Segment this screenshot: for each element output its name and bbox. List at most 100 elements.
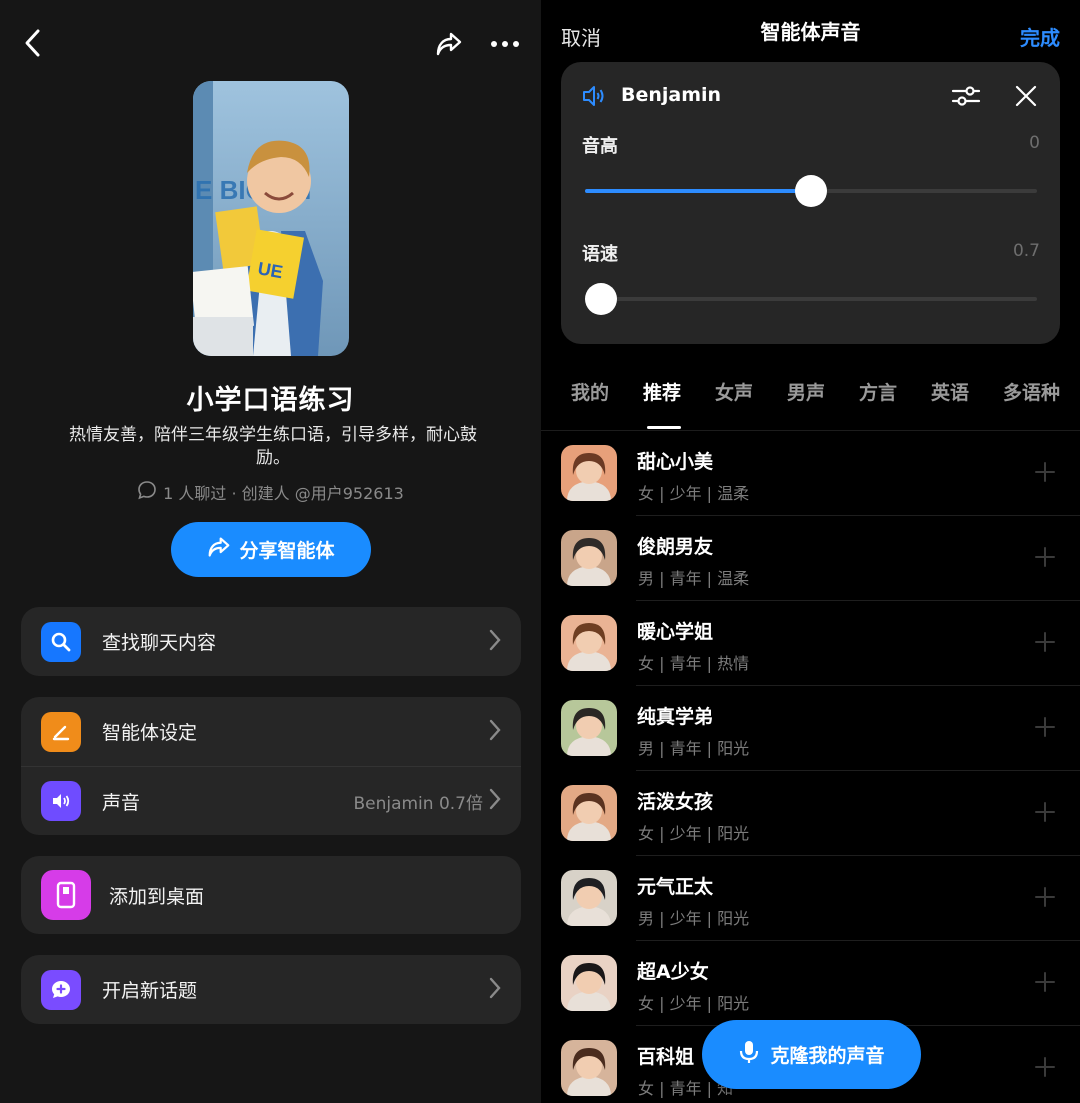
- search-icon: [41, 621, 81, 662]
- agent-meta-text: 1 人聊过 · 创建人 @用户952613: [163, 484, 404, 503]
- tab-male[interactable]: 男声: [787, 378, 825, 405]
- close-icon[interactable]: [1013, 83, 1039, 113]
- voice-list-item[interactable]: 超A少女女 | 少年 | 阳光: [541, 941, 1080, 1026]
- pitch-slider-fill: [585, 189, 811, 193]
- voice-tags: 男 | 青年 | 阳光: [638, 739, 750, 758]
- add-voice-icon[interactable]: [1034, 801, 1056, 827]
- edit-pencil-icon: [41, 711, 81, 752]
- new-topic-row[interactable]: 开启新话题: [21, 955, 521, 1024]
- chevron-right-icon: [489, 719, 501, 745]
- voice-tags: 女 | 少年 | 温柔: [638, 484, 750, 503]
- search-card: 查找聊天内容: [21, 607, 521, 676]
- chevron-right-icon: [489, 977, 501, 1003]
- voice-avatar: [561, 700, 617, 756]
- tab-english[interactable]: 英语: [931, 378, 969, 405]
- page-title: 智能体声音: [760, 20, 861, 44]
- tab-female[interactable]: 女声: [715, 378, 753, 405]
- add-voice-icon[interactable]: [1034, 886, 1056, 912]
- chevron-right-icon: [489, 788, 501, 814]
- voice-value: Benjamin 0.7倍: [353, 793, 483, 814]
- microphone-icon: [738, 1039, 760, 1070]
- voice-name: 暖心学姐: [637, 621, 714, 643]
- voice-list-item[interactable]: 元气正太男 | 少年 | 阳光: [541, 856, 1080, 941]
- speed-slider-thumb[interactable]: [585, 283, 617, 315]
- voice-name: 俊朗男友: [637, 536, 714, 558]
- voice-avatar: [561, 870, 617, 926]
- voice-name: 百科姐: [637, 1046, 695, 1068]
- voice-name: 活泼女孩: [637, 791, 714, 813]
- back-icon[interactable]: [18, 26, 48, 60]
- voice-list-item[interactable]: 甜心小美女 | 少年 | 温柔: [541, 431, 1080, 516]
- voice-tags: 女 | 青年 | 热情: [638, 654, 750, 673]
- svg-text:UE: UE: [256, 258, 284, 282]
- speed-value: 0.7: [1012, 241, 1040, 261]
- settings-card: 智能体设定 声音 Benjamin 0.7倍: [21, 697, 521, 835]
- voice-name: 甜心小美: [637, 451, 714, 473]
- voice-avatar: [561, 955, 617, 1011]
- agent-profile-panel: E BIG Vol UE 小学口语练习 热情友善，陪伴三年级学生练口语，引导多样…: [0, 0, 541, 1103]
- add-voice-icon[interactable]: [1034, 546, 1056, 572]
- voice-row[interactable]: 声音 Benjamin 0.7倍: [21, 766, 521, 835]
- voice-tags: 男 | 少年 | 阳光: [638, 909, 750, 928]
- pitch-value: 0: [1029, 133, 1040, 153]
- voice-name: 元气正太: [637, 876, 714, 898]
- voice-tags: 女 | 少年 | 阳光: [638, 994, 750, 1013]
- voice-list-item[interactable]: 俊朗男友男 | 青年 | 温柔: [541, 516, 1080, 601]
- current-voice-name: Benjamin: [621, 84, 722, 106]
- add-voice-icon[interactable]: [1034, 716, 1056, 742]
- voice-list-item[interactable]: 活泼女孩女 | 少年 | 阳光: [541, 771, 1080, 856]
- new-chat-icon: [41, 969, 81, 1010]
- voice-list-item[interactable]: 暖心学姐女 | 青年 | 热情: [541, 601, 1080, 686]
- phone-icon: [41, 870, 91, 920]
- search-chat-label: 查找聊天内容: [102, 632, 217, 654]
- tab-multilingual[interactable]: 多语种: [1003, 378, 1060, 405]
- agent-cover-image: E BIG Vol UE: [193, 81, 349, 356]
- chevron-right-icon: [489, 629, 501, 655]
- tab-dialect[interactable]: 方言: [859, 378, 897, 405]
- pitch-slider[interactable]: [585, 175, 1037, 207]
- voice-label: 声音: [102, 791, 141, 814]
- voice-list-item[interactable]: 纯真学弟男 | 青年 | 阳光: [541, 686, 1080, 771]
- desktop-card: 添加到桌面: [21, 856, 521, 934]
- voice-avatar: [561, 530, 617, 586]
- current-voice-panel: Benjamin 音高 0 语速 0.7: [561, 62, 1060, 344]
- speed-label: 语速: [582, 244, 618, 265]
- add-to-desktop-label: 添加到桌面: [109, 885, 205, 908]
- add-voice-icon[interactable]: [1034, 631, 1056, 657]
- speaker-icon: [41, 781, 81, 821]
- agent-settings-row[interactable]: 智能体设定: [21, 697, 521, 766]
- share-agent-label: 分享智能体: [239, 540, 335, 562]
- agent-meta: 1 人聊过 · 创建人 @用户952613: [0, 480, 541, 504]
- adjust-sliders-icon[interactable]: [951, 82, 981, 114]
- search-chat-row[interactable]: 查找聊天内容: [21, 607, 521, 676]
- voice-list: 甜心小美女 | 少年 | 温柔俊朗男友男 | 青年 | 温柔暖心学姐女 | 青年…: [541, 431, 1080, 1103]
- done-button[interactable]: 完成: [1020, 22, 1060, 51]
- clone-voice-label: 克隆我的声音: [770, 1045, 885, 1067]
- pitch-slider-thumb[interactable]: [795, 175, 827, 207]
- voice-avatar: [561, 445, 617, 501]
- pitch-label: 音高: [582, 136, 618, 157]
- share-icon: [207, 536, 231, 563]
- active-tab-indicator: [647, 426, 681, 429]
- tab-recommended[interactable]: 推荐: [643, 378, 681, 405]
- more-options-icon[interactable]: [488, 30, 522, 58]
- voice-category-tabs: 我的 推荐 女声 男声 方言 英语 多语种: [541, 378, 1080, 432]
- speaker-icon[interactable]: [581, 84, 607, 112]
- new-topic-label: 开启新话题: [102, 980, 198, 1002]
- add-to-desktop-row[interactable]: 添加到桌面: [21, 856, 521, 934]
- voice-name: 纯真学弟: [637, 706, 714, 728]
- add-voice-icon[interactable]: [1034, 461, 1056, 487]
- voice-avatar: [561, 1040, 617, 1096]
- voice-avatar: [561, 615, 617, 671]
- share-agent-button[interactable]: 分享智能体: [171, 522, 371, 577]
- share-icon[interactable]: [432, 28, 466, 60]
- speed-slider[interactable]: [585, 283, 1037, 315]
- tab-mine[interactable]: 我的: [571, 378, 609, 405]
- clone-voice-button[interactable]: 克隆我的声音: [702, 1020, 921, 1089]
- voice-selector-panel: 取消 智能体声音 完成 Benjamin 音高 0 语速 0.7 我的 推荐 女…: [541, 0, 1080, 1103]
- add-voice-icon[interactable]: [1034, 971, 1056, 997]
- add-voice-icon[interactable]: [1034, 1056, 1056, 1082]
- voice-name: 超A少女: [637, 961, 709, 983]
- agent-description: 热情友善，陪伴三年级学生练口语，引导多样，耐心鼓励。: [69, 425, 477, 468]
- new-topic-card: 开启新话题: [21, 955, 521, 1024]
